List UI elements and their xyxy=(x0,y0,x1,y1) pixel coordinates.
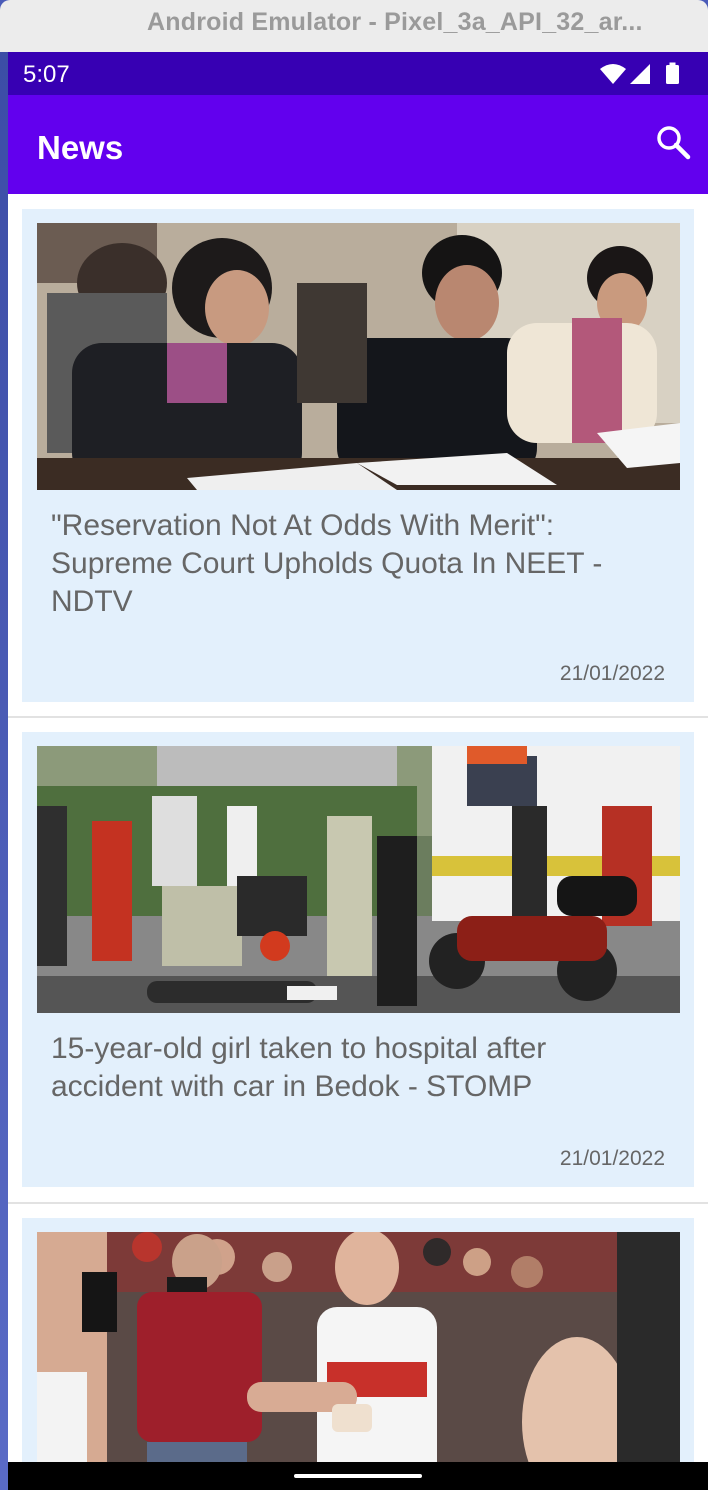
basketball-player-celebrating-photo xyxy=(37,1232,680,1490)
system-navigation-bar xyxy=(8,1462,708,1490)
search-icon xyxy=(657,126,691,160)
list-divider xyxy=(8,716,708,718)
article-image xyxy=(37,223,680,490)
article-date: 21/01/2022 xyxy=(559,662,665,685)
article-image xyxy=(37,746,680,1013)
cell-signal-icon xyxy=(630,64,650,84)
article-card[interactable] xyxy=(22,1218,694,1490)
students-writing-exam-photo xyxy=(37,223,680,490)
article-title: "Reservation Not At Odds With Merit": Su… xyxy=(51,509,603,618)
app-title: News xyxy=(37,129,124,166)
home-gesture-handle[interactable] xyxy=(294,1474,422,1478)
status-icons xyxy=(598,62,688,86)
article-card[interactable]: 15-year-old girl taken to hospital after… xyxy=(22,732,694,1187)
app-bar: News xyxy=(8,95,708,194)
desktop-background xyxy=(0,52,8,1490)
article-date: 21/01/2022 xyxy=(559,1147,665,1170)
article-card[interactable]: "Reservation Not At Odds With Merit": Su… xyxy=(22,209,694,702)
window-title: Android Emulator - Pixel_3a_API_32_ar... xyxy=(147,8,643,36)
status-time: 5:07 xyxy=(23,61,70,88)
list-divider xyxy=(8,1202,708,1204)
wifi-icon xyxy=(600,64,626,84)
battery-icon xyxy=(666,62,679,84)
article-title: 15-year-old girl taken to hospital after… xyxy=(51,1032,547,1103)
search-button[interactable] xyxy=(654,123,694,163)
phone-screen: 5:07 News "Reservation Not At Odds With … xyxy=(8,52,708,1490)
emulator-window-title-bar[interactable]: Android Emulator - Pixel_3a_API_32_ar... xyxy=(0,0,708,52)
road-accident-scene-photo xyxy=(37,746,680,1013)
status-bar: 5:07 xyxy=(8,52,708,95)
article-image xyxy=(37,1232,680,1490)
